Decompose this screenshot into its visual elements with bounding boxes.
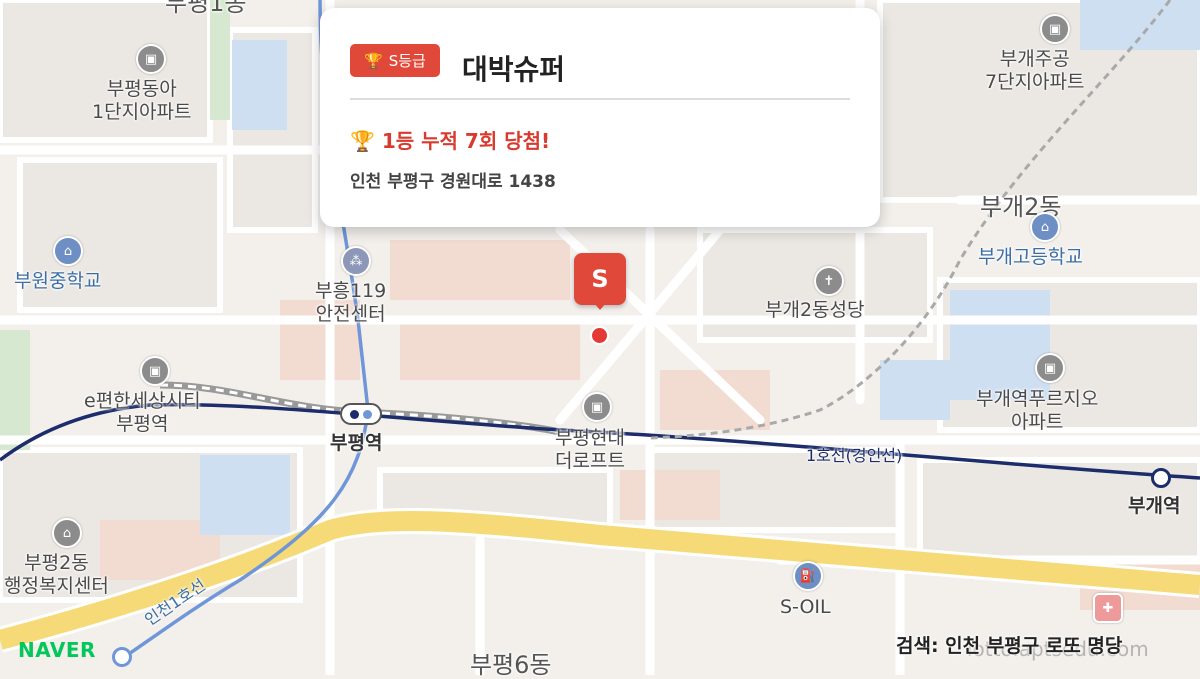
store-marker[interactable]: S	[574, 253, 626, 310]
search-caption: 검색: 인천 부평구 로또 명당	[896, 635, 1123, 657]
bupyeong-station-icon[interactable]	[340, 403, 382, 425]
school-icon: ⌂	[1030, 212, 1060, 242]
map-label-bupyeong-station[interactable]: 부평역	[330, 432, 382, 455]
government-icon: ⌂	[52, 518, 82, 548]
map-label-bugae-high: 부개고등학교	[978, 246, 1083, 268]
map-label-buheung119: 부흥119 안전센터	[315, 280, 387, 325]
store-info-card[interactable]: 🏆 S등급 대박슈퍼 🏆 1등 누적 7회 당첨! 인천 부평구 경원대로 14…	[320, 8, 880, 227]
map-label-bupyeong1: 부평1동	[165, 0, 247, 17]
hospital-icon: ✚	[1093, 593, 1123, 623]
map-label-bupyeong-hyundai: 부평현대 더로프트	[555, 427, 625, 472]
apartment-icon: ▣	[582, 392, 612, 422]
map-label-bupyeong2: 부평2동 행정복지센터	[4, 552, 109, 597]
map-label-bupyeong-donga: 부평동아 1단지아파트	[92, 78, 192, 123]
apartment-icon: ▣	[140, 356, 170, 386]
map-label-bugae-station[interactable]: 부개역	[1128, 495, 1180, 518]
card-divider	[350, 98, 850, 100]
map-label-line1: 1호선(경인선)	[806, 446, 903, 465]
store-marker-label[interactable]: S	[574, 253, 626, 305]
map-label-e-pyeonhan: e편한세상시티 부평역	[84, 390, 201, 435]
gas-station-icon: ⛽	[793, 561, 823, 591]
naver-logo[interactable]: NAVER	[18, 638, 96, 662]
church-icon: ✝	[814, 266, 844, 296]
map-label-bugae2-church: 부개2동성당	[765, 299, 865, 321]
location-dot	[592, 328, 607, 343]
station-icon[interactable]	[112, 647, 132, 667]
win-count: 🏆 1등 누적 7회 당첨!	[350, 125, 550, 154]
grade-badge-label: S등급	[388, 52, 426, 70]
store-name: 대박슈퍼	[462, 53, 566, 86]
map-label-buwon-middle: 부원중학교	[14, 270, 102, 292]
fire-station-icon: ⁂	[341, 246, 371, 276]
win-count-text: 1등 누적 7회 당첨!	[381, 129, 551, 153]
marker-tip	[594, 303, 606, 310]
grade-badge: 🏆 S등급	[350, 44, 440, 77]
map-label-bugae-jugong: 부개주공 7단지아파트	[985, 48, 1085, 93]
apartment-icon: ▣	[1035, 353, 1065, 383]
map-label-bupyeong6: 부평6동	[470, 651, 552, 679]
trophy-icon: 🏆	[364, 51, 383, 70]
trophy-icon: 🏆	[350, 129, 375, 153]
store-address: 인천 부평구 경원대로 1438	[350, 172, 556, 192]
map-label-soil: S-OIL	[780, 596, 831, 618]
bugae-station-icon[interactable]	[1151, 468, 1171, 488]
apartment-icon: ▣	[1040, 14, 1070, 44]
apartment-icon: ▣	[136, 44, 166, 74]
map-label-bugae-prugio: 부개역푸르지오 아파트	[976, 388, 1099, 433]
school-icon: ⌂	[53, 236, 83, 266]
